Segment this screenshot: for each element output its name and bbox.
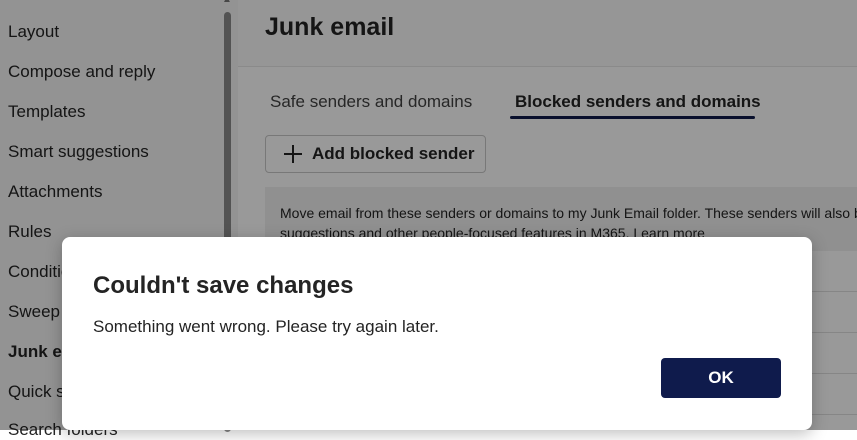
dialog-title: Couldn't save changes [93, 272, 354, 299]
error-dialog: Couldn't save changes Something went wro… [62, 237, 812, 430]
ok-button[interactable]: OK [661, 358, 781, 398]
dialog-message: Something went wrong. Please try again l… [93, 317, 439, 336]
